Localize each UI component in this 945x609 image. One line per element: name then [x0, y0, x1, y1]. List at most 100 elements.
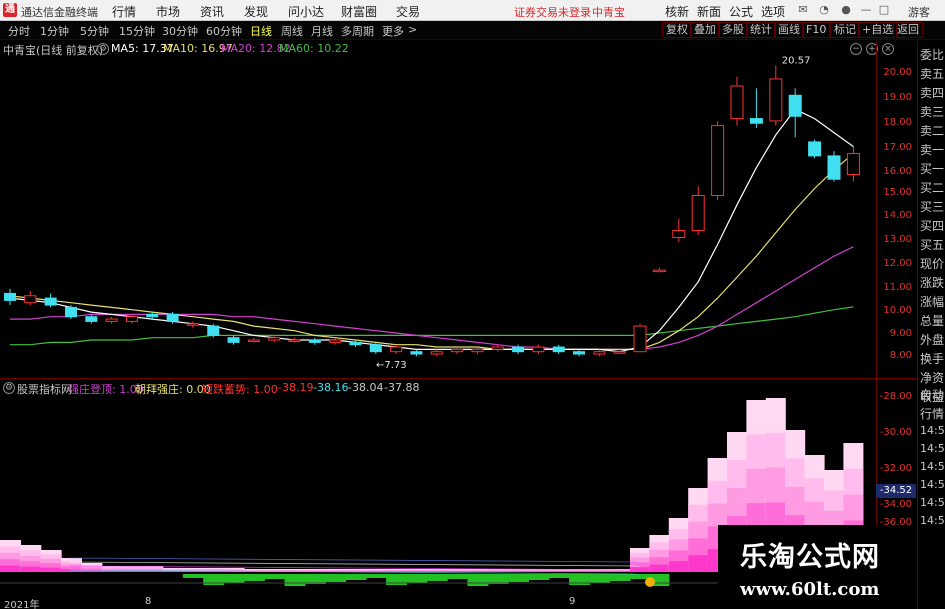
green-bar	[467, 574, 489, 586]
indicator-column	[467, 571, 489, 572]
green-bar	[182, 574, 204, 578]
indicator-column	[528, 571, 550, 572]
price-tick: 12.00	[883, 258, 912, 269]
indicator-column	[162, 571, 184, 572]
green-bar	[548, 574, 570, 578]
indicator-column	[508, 571, 530, 572]
indicator-column	[426, 571, 448, 572]
side-item-change[interactable]: 涨跌	[920, 274, 944, 291]
side-item-bid3[interactable]: 买三	[920, 198, 944, 215]
indicator-column	[121, 570, 143, 572]
side-item-ask5[interactable]: 卖五	[920, 65, 944, 82]
price-tick: 11.00	[883, 282, 912, 293]
indicator-column	[649, 564, 670, 572]
side-item-outer[interactable]: 外盘	[920, 331, 944, 348]
green-bar	[609, 574, 631, 581]
indicator-value2: -38.16	[313, 381, 349, 394]
indicator-line2: 朝拜强庄: 0.00	[135, 383, 211, 396]
quote-side-panel: 委比 卖五 卖四 卖三 卖二 卖一 买一 买二 买三 买四 买五 现价 涨跌 涨…	[917, 41, 945, 609]
date-month-9: 9	[569, 596, 576, 607]
side-item-bid-ratio[interactable]: 委比	[920, 46, 944, 63]
green-bar	[284, 574, 306, 586]
green-bar	[447, 574, 469, 579]
signal-dot	[645, 577, 655, 587]
green-bar	[528, 574, 550, 580]
side-item-bid5[interactable]: 买五	[920, 236, 944, 253]
watermark-title: 乐淘公式网	[740, 542, 880, 573]
side-item-price[interactable]: 现价	[920, 255, 944, 272]
indicator-value3: -38.04	[348, 381, 384, 394]
side-item-ask3[interactable]: 卖三	[920, 103, 944, 120]
indicator-tick: -32.00	[879, 463, 912, 474]
green-bar	[325, 574, 347, 582]
indicator-line1: 强庄登顶: 1.00	[68, 383, 144, 396]
tick-time: 14:50	[920, 514, 945, 527]
indicator-line3: 短跌蓄势: 1.00	[202, 383, 278, 396]
side-item-volume[interactable]: 总量	[920, 312, 944, 329]
indicator-value4: -37.88	[384, 381, 420, 394]
indicator-column	[406, 571, 428, 572]
date-year: 2021年	[4, 600, 40, 609]
green-bar	[365, 574, 387, 578]
tick-time: 14:50	[920, 460, 945, 473]
indicator-column	[609, 571, 631, 572]
green-bar	[243, 574, 265, 581]
price-tick: 19.00	[883, 92, 912, 103]
indicator-tick: -30.00	[879, 427, 912, 438]
price-tick: 18.00	[883, 117, 912, 128]
side-item-turnover[interactable]: 换手	[920, 350, 944, 367]
price-tick: 8.00	[889, 350, 912, 361]
indicator-column	[0, 565, 21, 572]
green-bar	[345, 574, 367, 580]
indicator-title[interactable]: 股票指标网	[17, 381, 72, 397]
indicator-line	[69, 557, 641, 563]
indicator-line	[69, 561, 641, 567]
watermark-url: www.60lt.com	[740, 579, 880, 600]
green-bar	[264, 574, 286, 579]
indicator-value1: -38.19	[278, 381, 314, 394]
side-item-realtime[interactable]: 行情	[920, 405, 944, 422]
tick-time: 14:50	[920, 478, 945, 491]
green-bar	[223, 574, 245, 583]
watermark: 乐淘公式网 www.60lt.com	[718, 525, 917, 609]
side-item-net-assets[interactable]: 净资	[920, 369, 944, 386]
tick-time: 14:50	[920, 442, 945, 455]
green-bar	[426, 574, 448, 581]
indicator-header: ⚙ 股票指标网 强庄登顶: 1.00 朝拜强庄: 0.00 短跌蓄势: 1.00…	[0, 380, 880, 397]
price-tick: 20.00	[883, 67, 912, 78]
current-indicator-value: -34.52	[876, 484, 916, 498]
date-month-8: 8	[145, 596, 152, 607]
side-item-bid4[interactable]: 买四	[920, 217, 944, 234]
price-tick: 16.00	[883, 166, 912, 177]
side-item-ask4[interactable]: 卖四	[920, 84, 944, 101]
indicator-tick: -34.00	[879, 499, 912, 510]
tick-time: 14:50	[920, 424, 945, 437]
indicator-column	[688, 555, 709, 572]
green-bar	[508, 574, 530, 582]
side-item-auto[interactable]: 自动	[920, 386, 944, 403]
indicator-column	[101, 570, 123, 572]
side-item-bid1[interactable]: 买一	[920, 160, 944, 177]
indicator-column	[447, 571, 469, 572]
side-item-bid2[interactable]: 买二	[920, 179, 944, 196]
price-tick: 15.00	[883, 187, 912, 198]
green-bar	[589, 574, 611, 583]
price-tick: 14.00	[883, 210, 912, 221]
indicator-column	[548, 571, 570, 572]
indicator-chart[interactable]	[0, 0, 917, 609]
indicator-column	[668, 561, 689, 572]
chart-divider	[0, 378, 917, 379]
price-tick: 10.00	[883, 305, 912, 316]
indicator-column	[40, 567, 62, 572]
green-bar	[406, 574, 428, 583]
indicator-column	[487, 571, 509, 572]
indicator-settings-icon[interactable]: ⚙	[3, 382, 15, 394]
side-item-ask1[interactable]: 卖一	[920, 141, 944, 158]
price-tick: 17.00	[883, 142, 912, 153]
indicator-tick: -28.00	[879, 391, 912, 402]
indicator-column	[589, 571, 611, 572]
indicator-column	[20, 566, 42, 572]
price-tick: 9.00	[889, 328, 912, 339]
side-item-change-pct[interactable]: 涨幅	[920, 293, 944, 310]
side-item-ask2[interactable]: 卖二	[920, 122, 944, 139]
